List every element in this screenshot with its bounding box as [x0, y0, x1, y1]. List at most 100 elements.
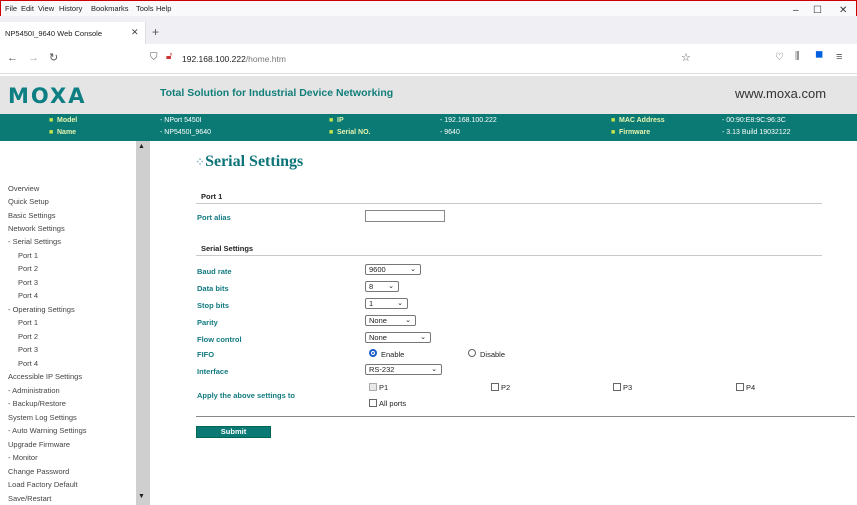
parity-select[interactable]: None ⌄: [365, 315, 416, 326]
baud-rate-label: Baud rate: [197, 267, 232, 276]
p1-checkbox[interactable]: [369, 383, 377, 391]
sidebar-item-op-port1[interactable]: Port 1: [18, 318, 38, 327]
p4-label: P4: [746, 383, 756, 392]
firmware-label: Firmware: [619, 129, 651, 136]
sidebar-item-administration[interactable]: - Administration: [8, 386, 60, 395]
name-label: Name: [57, 129, 77, 136]
sidebar-item-system-log[interactable]: System Log Settings: [8, 413, 77, 422]
chevron-down-icon: ⌄: [405, 317, 411, 324]
sidebar-item-serial-port4[interactable]: Port 4: [18, 291, 38, 300]
sidebar-nav: Overview Quick Setup Basic Settings Netw…: [0, 141, 136, 505]
menu-file[interactable]: File: [5, 4, 17, 13]
p2-label: P2: [501, 383, 511, 392]
browser-menu-bar: File Edit View History Bookmarks Tools H…: [0, 0, 857, 16]
sidebar-item-save-restart[interactable]: Save/Restart: [8, 494, 51, 503]
url-bar[interactable]: 192.168.100.222/home.htm: [182, 54, 286, 64]
menu-edit[interactable]: Edit: [21, 4, 34, 13]
hamburger-menu-icon[interactable]: ≡: [836, 51, 842, 63]
model-value: - NPort 5450I: [160, 117, 202, 124]
p1-label: P1: [379, 383, 389, 392]
extension-icon[interactable]: ◼: [815, 49, 823, 60]
port-alias-input[interactable]: [365, 210, 445, 222]
shield-icon[interactable]: ⛉: [150, 52, 158, 63]
sidebar-item-load-factory-default[interactable]: Load Factory Default: [8, 480, 78, 489]
sidebar-item-serial-port2[interactable]: Port 2: [18, 264, 38, 273]
stop-bits-label: Stop bits: [197, 301, 230, 310]
site-header: MOXA Total Solution for Industrial Devic…: [0, 76, 857, 114]
interface-value: RS-232: [369, 365, 395, 374]
baud-rate-value: 9600: [369, 265, 386, 274]
page-title-text: Serial Settings: [205, 153, 304, 170]
flow-control-select[interactable]: None ⌄: [365, 332, 431, 343]
pocket-icon[interactable]: ♡: [775, 52, 784, 63]
firmware-value: - 3.13 Build 19032122: [722, 129, 791, 136]
header-slogan: Total Solution for Industrial Device Net…: [160, 87, 394, 99]
sidebar-scrollbar[interactable]: ▲ ▼: [136, 141, 150, 505]
menu-view[interactable]: View: [38, 4, 54, 13]
scroll-up-icon[interactable]: ▲: [138, 143, 145, 150]
sidebar-item-overview[interactable]: Overview: [8, 184, 39, 193]
submit-button[interactable]: Submit: [196, 426, 271, 438]
mac-label: MAC Address: [619, 117, 665, 124]
bullet-icon: ■: [49, 117, 54, 124]
p3-checkbox[interactable]: [613, 383, 621, 391]
sidebar-item-op-port2[interactable]: Port 2: [18, 332, 38, 341]
sidebar-item-serial-port3[interactable]: Port 3: [18, 278, 38, 287]
menu-help[interactable]: Help: [156, 4, 171, 13]
sidebar-item-quick-setup[interactable]: Quick Setup: [8, 197, 49, 206]
sidebar-item-backup-restore[interactable]: - Backup/Restore: [8, 399, 66, 408]
sidebar-item-operating-settings[interactable]: - Operating Settings: [8, 305, 75, 314]
flow-control-label: Flow control: [197, 335, 242, 344]
sidebar-item-serial-port1[interactable]: Port 1: [18, 251, 38, 260]
divider: [196, 416, 855, 417]
back-icon[interactable]: ←: [7, 52, 18, 64]
sidebar-item-network-settings[interactable]: Network Settings: [8, 224, 65, 233]
menu-history[interactable]: History: [59, 4, 82, 13]
fifo-disable-radio[interactable]: [468, 349, 476, 357]
maximize-icon[interactable]: ☐: [813, 5, 822, 16]
data-bits-select[interactable]: 8 ⌄: [365, 281, 399, 292]
p4-checkbox[interactable]: [736, 383, 744, 391]
sidebar-item-op-port4[interactable]: Port 4: [18, 359, 38, 368]
menu-tools[interactable]: Tools: [136, 4, 154, 13]
data-bits-label: Data bits: [197, 284, 229, 293]
sidebar-item-auto-warning[interactable]: - Auto Warning Settings: [8, 426, 87, 435]
fifo-label: FIFO: [197, 350, 215, 359]
sidebar-item-change-password[interactable]: Change Password: [8, 467, 69, 476]
stop-bits-select[interactable]: 1 ⌄: [365, 298, 408, 309]
sidebar-item-op-port3[interactable]: Port 3: [18, 345, 38, 354]
lock-icon[interactable]: 🔓︎: [166, 51, 172, 62]
page-title: ⁘Serial Settings: [195, 153, 303, 171]
fifo-enable-radio[interactable]: [369, 349, 377, 357]
sidebar-item-accessible-ip[interactable]: Accessible IP Settings: [8, 372, 82, 381]
sidebar-item-monitor[interactable]: - Monitor: [8, 453, 38, 462]
interface-select[interactable]: RS-232 ⌄: [365, 364, 442, 375]
port-alias-label: Port alias: [197, 213, 231, 222]
divider: [196, 203, 822, 204]
menu-bookmarks[interactable]: Bookmarks: [91, 4, 129, 13]
reload-icon[interactable]: ↻: [49, 51, 58, 64]
sidebar-item-serial-settings[interactable]: - Serial Settings: [8, 237, 61, 246]
minimize-icon[interactable]: –: [793, 5, 799, 16]
sidebar-item-basic-settings[interactable]: Basic Settings: [8, 211, 56, 220]
section-serial-heading: Serial Settings: [201, 244, 254, 253]
interface-label: Interface: [197, 367, 229, 376]
parity-value: None: [369, 316, 387, 325]
scroll-down-icon[interactable]: ▼: [138, 493, 145, 500]
sidebar-item-upgrade-firmware[interactable]: Upgrade Firmware: [8, 440, 70, 449]
chevron-down-icon: ⌄: [388, 283, 394, 290]
browser-nav-bar: ← → ↻ ⛉ 🔓︎ 192.168.100.222/home.htm ☆ ♡ …: [0, 44, 857, 74]
fifo-disable-label: Disable: [480, 350, 506, 359]
baud-rate-select[interactable]: 9600 ⌄: [365, 264, 421, 275]
close-tab-icon[interactable]: ✕: [131, 27, 139, 38]
close-window-icon[interactable]: ✕: [839, 5, 847, 16]
all-ports-checkbox[interactable]: [369, 399, 377, 407]
browser-tab[interactable]: NP5450I_9640 Web Console ✕: [0, 22, 146, 44]
new-tab-icon[interactable]: +: [152, 25, 159, 39]
p2-checkbox[interactable]: [491, 383, 499, 391]
bookmark-star-icon[interactable]: ☆: [681, 51, 691, 64]
forward-icon[interactable]: →: [28, 52, 39, 64]
name-value: - NP5450I_9640: [160, 129, 211, 136]
divider: [196, 255, 822, 256]
library-icon[interactable]: ⫼: [795, 51, 800, 62]
